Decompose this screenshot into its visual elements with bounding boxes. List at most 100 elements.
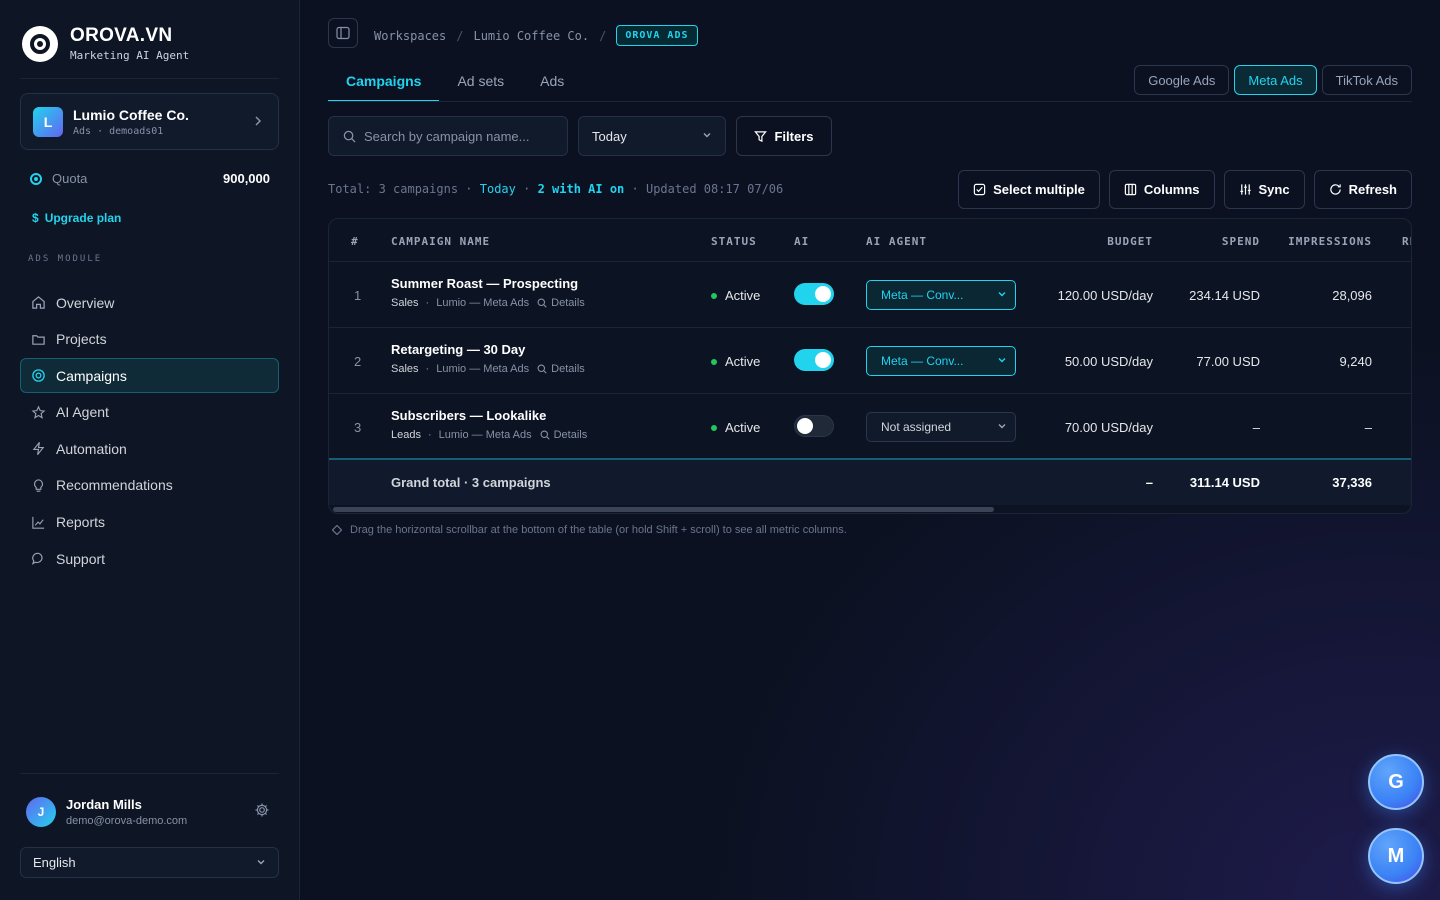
gear-icon[interactable] (254, 802, 270, 823)
meta-separator: · (427, 429, 432, 441)
column-header-campaign-name[interactable]: CAMPAIGN NAME (391, 235, 490, 248)
sidebar-item-support[interactable]: Support (20, 541, 279, 576)
sidebar-nav: Overview Projects Campaigns AI Agent Aut… (20, 285, 279, 578)
impressions-value: 28,096 (1332, 288, 1372, 303)
table-row[interactable]: 3 Subscribers — Lookalike Leads · Lumio … (329, 394, 1411, 460)
horizontal-scrollbar[interactable] (333, 507, 994, 512)
budget-value: 50.00 USD/day (1064, 354, 1153, 369)
column-header-budget[interactable]: BUDGET (1107, 235, 1153, 248)
tab-campaigns[interactable]: Campaigns (328, 62, 440, 102)
filters-label: Filters (774, 128, 814, 144)
sync-button[interactable]: Sync (1223, 170, 1305, 209)
details-link[interactable]: Details (537, 363, 585, 375)
sidebar-item-projects[interactable]: Projects (20, 322, 279, 357)
column-header-spend[interactable]: SPEND (1222, 235, 1260, 248)
ai-toggle[interactable] (794, 415, 834, 437)
campaign-name[interactable]: Subscribers — Lookalike (391, 408, 587, 423)
user-profile[interactable]: J Jordan Mills demo@orova-demo.com (26, 797, 270, 827)
select-multiple-button[interactable]: Select multiple (958, 170, 1100, 209)
sidebar-item-ai-agent[interactable]: AI Agent (20, 395, 279, 430)
campaign-name[interactable]: Summer Roast — Prospecting (391, 276, 585, 291)
platform-meta-ads[interactable]: Meta Ads (1234, 65, 1317, 95)
workspace-switcher[interactable]: L Lumio Coffee Co. Ads · demoads01 (20, 93, 279, 150)
assistant-m-button[interactable]: M (1368, 828, 1424, 884)
refresh-label: Refresh (1348, 182, 1397, 197)
row-index: 2 (354, 354, 362, 369)
summary-updated: Updated 08:17 07/06 (645, 182, 784, 196)
status-dot (711, 358, 717, 365)
ai-agent-select[interactable]: Meta — Conv... (866, 280, 1016, 310)
bolt-icon (32, 442, 45, 456)
ai-toggle[interactable] (794, 349, 834, 371)
chevron-down-icon (997, 289, 1007, 302)
search-input[interactable] (364, 128, 554, 144)
tabs-divider (328, 101, 1412, 102)
table-row[interactable]: 1 Summer Roast — Prospecting Sales · Lum… (329, 262, 1411, 328)
workspace-avatar: L (33, 106, 63, 137)
star-icon (31, 405, 46, 419)
campaign-account: Lumio — Meta Ads (438, 429, 532, 441)
campaign-objective: Sales (391, 297, 419, 309)
checkbox-icon (973, 183, 986, 196)
ai-agent-select[interactable]: Meta — Conv... (866, 346, 1016, 376)
date-range-select[interactable]: Today (578, 116, 726, 156)
filters-button[interactable]: Filters (736, 116, 832, 156)
brand[interactable]: OROVA.VN Marketing AI Agent (22, 26, 189, 62)
move-icon (332, 525, 342, 535)
ai-agent-value: Not assigned (881, 420, 952, 434)
sidebar-item-automation[interactable]: Automation (20, 431, 279, 466)
details-link[interactable]: Details (537, 297, 585, 309)
upgrade-plan-link[interactable]: $ Upgrade plan (32, 211, 121, 225)
status-badge: Active (711, 354, 760, 369)
sidebar-item-overview[interactable]: Overview (20, 285, 279, 320)
sidebar-item-label: Automation (56, 440, 127, 457)
column-header-impressions[interactable]: IMPRESSIONS (1288, 235, 1372, 248)
chevron-down-icon (997, 421, 1007, 434)
column-header-status[interactable]: STATUS (711, 235, 757, 248)
target-icon (32, 369, 45, 382)
ai-agent-select[interactable]: Not assigned (866, 412, 1016, 442)
ai-agent-value: Meta — Conv... (881, 354, 964, 368)
chat-icon (31, 552, 43, 566)
campaign-objective: Sales (391, 363, 419, 375)
summary-separator: · (523, 182, 531, 196)
platform-tiktok-ads[interactable]: TikTok Ads (1321, 65, 1412, 95)
refresh-button[interactable]: Refresh (1313, 170, 1412, 209)
select-multiple-label: Select multiple (993, 182, 1085, 197)
platform-google-ads[interactable]: Google Ads (1134, 65, 1230, 95)
sliders-icon (1239, 184, 1251, 195)
chart-icon (32, 516, 45, 529)
table-row[interactable]: 2 Retargeting — 30 Day Sales · Lumio — M… (329, 328, 1411, 394)
status-dot (711, 424, 717, 431)
sidebar-toggle-button[interactable] (328, 18, 358, 48)
sidebar-item-label: AI Agent (56, 404, 109, 421)
column-header-index: # (351, 235, 359, 248)
details-link[interactable]: Details (540, 429, 587, 441)
chevron-down-icon (702, 130, 712, 143)
grand-total-budget: – (1145, 475, 1153, 490)
avatar: J (26, 797, 56, 827)
user-email: demo@orova-demo.com (66, 815, 188, 827)
sidebar-item-campaigns[interactable]: Campaigns (20, 358, 279, 394)
sync-label: Sync (1258, 182, 1290, 197)
impressions-value: 9,240 (1339, 354, 1372, 369)
columns-button[interactable]: Columns (1108, 170, 1215, 209)
tab-ad-sets[interactable]: Ad sets (439, 62, 522, 102)
summary-ai-on: 2 with AI on (537, 182, 625, 196)
ai-toggle[interactable] (794, 283, 834, 305)
lightbulb-icon (34, 479, 43, 492)
table-header: # CAMPAIGN NAME STATUS AI AI AGENT BUDGE… (329, 219, 1411, 262)
breadcrumb-workspace-name[interactable]: Lumio Coffee Co. (473, 29, 589, 43)
sidebar-item-recommendations[interactable]: Recommendations (20, 468, 279, 503)
summary-range: Today (479, 182, 516, 196)
sidebar-item-label: Reports (56, 514, 106, 531)
main-content: Workspaces / Lumio Coffee Co. / OROVA AD… (300, 0, 1440, 900)
assistant-g-button[interactable]: G (1368, 754, 1424, 810)
campaign-name[interactable]: Retargeting — 30 Day (391, 342, 585, 357)
breadcrumb-workspaces[interactable]: Workspaces (374, 29, 446, 43)
tab-bar: Campaigns Ad sets Ads (328, 62, 582, 102)
sidebar-item-reports[interactable]: Reports (20, 505, 279, 540)
brand-subtitle: Marketing AI Agent (70, 49, 190, 62)
language-select[interactable]: English (20, 847, 279, 878)
tab-ads[interactable]: Ads (522, 62, 582, 102)
